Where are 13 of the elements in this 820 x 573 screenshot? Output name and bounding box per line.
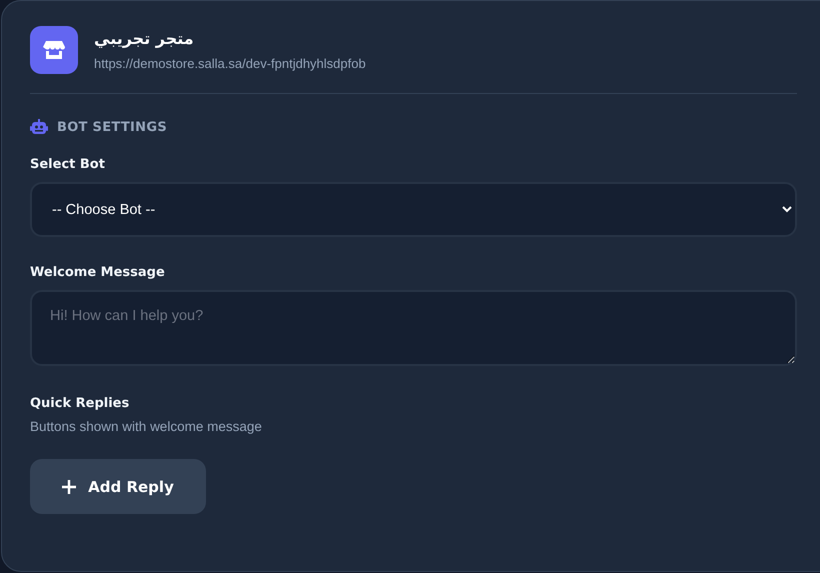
store-logo-icon xyxy=(30,26,78,74)
plus-icon xyxy=(62,480,76,494)
field-label: Welcome Message xyxy=(30,265,166,280)
add-reply-button[interactable]: Add Reply xyxy=(30,459,206,514)
section-title: BOT SETTINGS xyxy=(57,120,167,134)
field-label: Quick Replies xyxy=(30,396,130,411)
store-name: متجر تجريبي xyxy=(94,29,194,49)
store-url: https://demostore.salla.sa/dev-fpntjdhyhlsdpfob xyxy=(94,56,366,71)
welcome-message-field[interactable]: Hi! How can I help you? xyxy=(30,290,797,366)
robot-icon xyxy=(30,119,48,135)
field-label: Select Bot xyxy=(30,157,106,172)
bot-select[interactable]: -- Choose Bot -- xyxy=(30,182,797,237)
hint-text: Buttons shown with welcome message xyxy=(30,419,263,434)
